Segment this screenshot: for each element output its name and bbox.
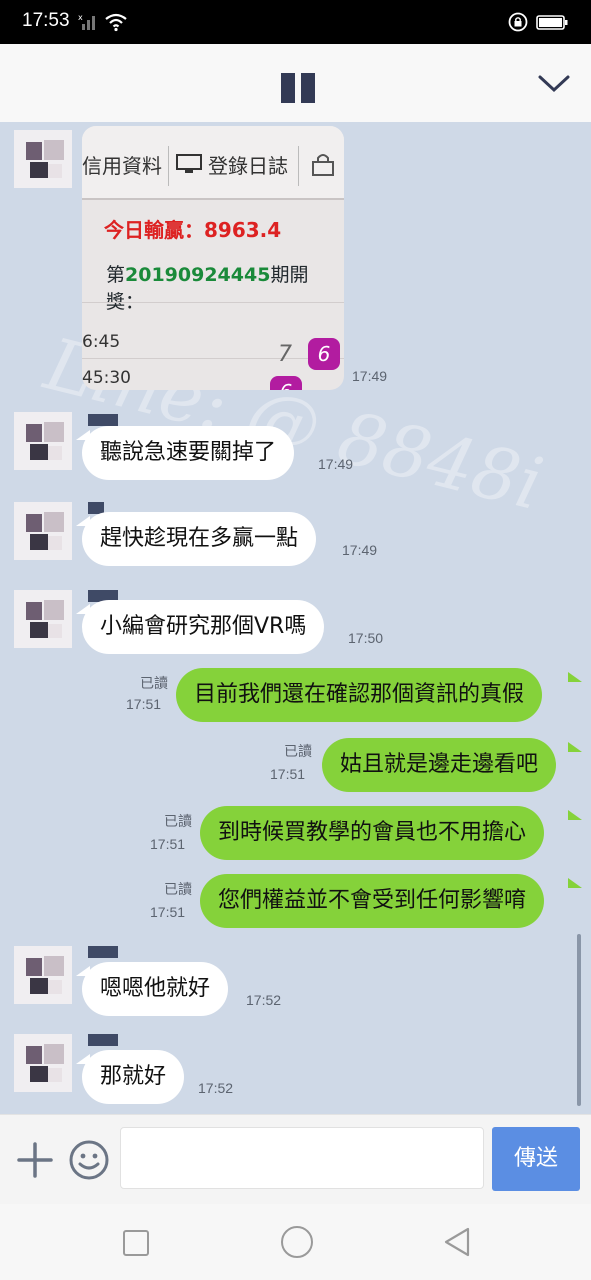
chat-title — [281, 73, 321, 107]
photo-number-7: 7 — [278, 342, 292, 367]
monitor-icon — [176, 154, 202, 173]
read-receipt: 已讀 — [164, 814, 192, 830]
scrollbar[interactable] — [577, 934, 581, 1106]
status-bar: 17:53 x — [0, 0, 591, 44]
message-time: 17:49 — [318, 456, 354, 472]
message-time: 17:52 — [246, 992, 282, 1008]
input-bar: 傳送 — [0, 1114, 591, 1205]
message-bubble-out[interactable]: 您們權益並不會受到任何影響唷 — [200, 874, 545, 928]
message-bubble-in[interactable]: 嗯嗯他就好 — [82, 962, 229, 1016]
message-input[interactable] — [120, 1127, 484, 1189]
read-receipt: 已讀 — [140, 676, 168, 692]
lock-icon — [508, 12, 528, 32]
chat-area[interactable]: Line: @ 8848i 信用資料 登錄日誌 今日輸贏：8963.4 第201… — [0, 122, 591, 1114]
lock-icon — [312, 154, 334, 176]
message-time: 17:49 — [342, 542, 378, 558]
message-time: 17:51 — [126, 696, 162, 712]
signal-icon: x — [78, 13, 95, 30]
svg-text:x: x — [78, 13, 83, 22]
plus-icon[interactable] — [16, 1141, 54, 1179]
read-receipt: 已讀 — [164, 882, 192, 898]
avatar[interactable] — [14, 946, 72, 1004]
nav-home-icon[interactable] — [281, 1226, 313, 1258]
avatar[interactable] — [14, 412, 72, 470]
message-time: 17:52 — [198, 1080, 234, 1096]
photo-tab-credit: 信用資料 — [82, 154, 162, 178]
photo-draw-number: 第20190924445期開獎： — [106, 264, 309, 313]
nav-recent-icon[interactable] — [123, 1230, 149, 1256]
emoji-icon[interactable] — [68, 1139, 110, 1181]
photo-tab-login-log: 登錄日誌 — [208, 154, 288, 178]
message-time: 17:51 — [270, 766, 306, 782]
message-time: 17:49 — [352, 368, 388, 384]
photo-winloss: 今日輸贏：8963.4 — [104, 218, 282, 242]
message-bubble-in[interactable]: 趕快趁現在多贏一點 — [82, 512, 317, 566]
message-time: 17:50 — [348, 630, 384, 646]
sender-name — [88, 946, 118, 958]
message-bubble-out[interactable]: 到時候買教學的會員也不用擔心 — [200, 806, 545, 860]
read-receipt: 已讀 — [284, 744, 312, 760]
message-bubble-out[interactable]: 目前我們還在確認那個資訊的真假 — [176, 668, 543, 722]
photo-tabs: 信用資料 登錄日誌 — [82, 126, 344, 200]
photo-message[interactable]: 信用資料 登錄日誌 今日輸贏：8963.4 第20190924445期開獎： 6… — [82, 126, 344, 390]
avatar[interactable] — [14, 1034, 72, 1092]
photo-ball: 6 — [270, 376, 302, 390]
nav-back-icon[interactable] — [442, 1226, 472, 1258]
chat-header — [0, 44, 591, 123]
avatar[interactable] — [14, 130, 72, 188]
avatar[interactable] — [14, 502, 72, 560]
sender-name — [88, 1034, 118, 1046]
avatar[interactable] — [14, 590, 72, 648]
message-bubble-in[interactable]: 聽說急速要關掉了 — [82, 426, 295, 480]
message-bubble-in[interactable]: 那就好 — [82, 1050, 185, 1104]
photo-ball: 6 — [308, 338, 340, 370]
system-nav-bar — [0, 1204, 591, 1280]
chevron-down-icon[interactable] — [536, 66, 572, 102]
message-bubble-out[interactable]: 姑且就是邊走邊看吧 — [322, 738, 557, 792]
message-time: 17:51 — [150, 836, 186, 852]
send-button[interactable]: 傳送 — [492, 1127, 580, 1191]
message-bubble-in[interactable]: 小編會研究那個VR嗎 — [82, 600, 325, 654]
wifi-icon — [105, 13, 127, 32]
photo-time-1: 6:45 — [82, 332, 121, 352]
photo-time-2: 45:30 — [82, 368, 131, 388]
battery-icon — [536, 15, 568, 30]
sender-name — [88, 414, 118, 426]
message-time: 17:51 — [150, 904, 186, 920]
status-time: 17:53 — [22, 10, 70, 31]
